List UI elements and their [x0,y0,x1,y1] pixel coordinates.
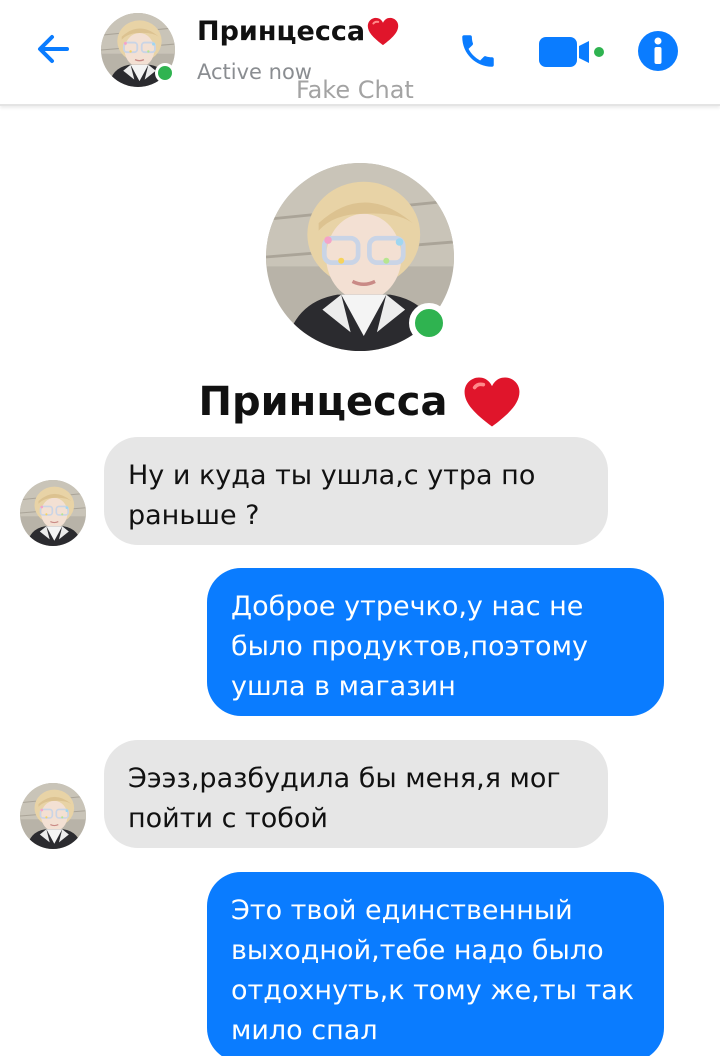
heart-emoji-icon [367,17,399,46]
header-avatar[interactable] [101,13,175,87]
chat-screen: Принцесса Active now Fake Chat Принцесса… [0,0,720,1056]
message-line: мило спал [231,1015,378,1046]
message-line: выходной,тебе надо было [231,935,604,966]
info-icon [638,31,678,71]
incoming-message[interactable]: Ну и куда ты ушла,с утра по раньше ? [104,437,608,545]
message-line: Ну и куда ты ушла,с утра по [128,460,536,491]
message-line: пойти с тобой [128,803,328,834]
sender-photo [20,480,86,546]
message-line: ушла в магазин [231,671,456,702]
profile-name: Принцесса [0,376,720,428]
sender-photo [20,783,86,849]
chat-header: Принцесса Active now Fake Chat [0,0,720,106]
heart-emoji-icon [463,376,521,428]
message-line: было продуктов,поэтому [231,631,588,662]
sender-avatar[interactable] [20,480,86,546]
back-button[interactable] [30,26,76,72]
incoming-message[interactable]: Эээз,разбудила бы меня,я мог пойти с тоб… [104,740,608,848]
contact-name[interactable]: Принцесса [197,16,399,47]
call-button[interactable] [455,28,501,74]
watermark: Fake Chat [296,76,414,104]
message-line: раньше ? [128,500,260,531]
sender-avatar[interactable] [20,783,86,849]
active-status: Active now [197,60,312,84]
profile-avatar[interactable] [266,163,454,351]
message-line: Это твой единственный [231,895,573,926]
profile-online-indicator [409,303,449,343]
online-indicator [155,63,175,83]
message-line: отдохнуть,к тому же,ты так [231,975,635,1006]
outgoing-message[interactable]: Это твой единственный выходной,тебе надо… [207,872,664,1056]
message-line: Доброе утречко,у нас не [231,591,584,622]
phone-icon [462,35,494,67]
outgoing-message[interactable]: Доброе утречко,у нас не было продуктов,п… [207,568,664,716]
info-button[interactable] [636,29,680,73]
profile-name-text: Принцесса [198,379,448,425]
video-camera-icon [539,37,604,67]
message-line: Эээз,разбудила бы меня,я мог [128,763,561,794]
video-call-button[interactable] [537,32,609,72]
arrow-left-icon [38,35,69,63]
contact-name-text: Принцесса [197,16,366,47]
